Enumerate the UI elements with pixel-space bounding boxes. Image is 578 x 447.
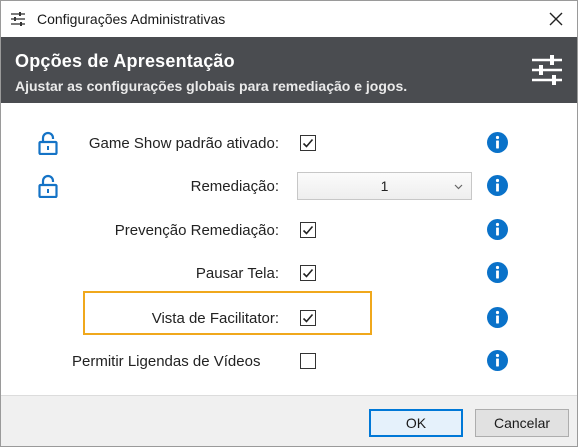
unlock-icon [38, 174, 58, 198]
remediacao-label: Remediação: [190, 178, 279, 195]
checkmark-icon [302, 225, 314, 235]
unlock-icon [38, 131, 58, 155]
setting-row-pausar: Pausar Tela: [1, 258, 577, 288]
cancel-button[interactable]: Cancelar [475, 409, 569, 437]
info-icon[interactable] [487, 262, 508, 283]
game-show-label: Game Show padrão ativado: [88, 135, 279, 152]
facilitator-checkbox[interactable] [300, 310, 316, 326]
close-icon [549, 12, 563, 26]
game-show-checkbox[interactable] [300, 135, 316, 151]
checkmark-icon [302, 138, 314, 148]
pausar-checkbox[interactable] [300, 265, 316, 281]
dialog-footer: OK Cancelar [1, 395, 577, 446]
prevencao-label: Prevenção Remediação: [114, 222, 279, 239]
info-icon[interactable] [487, 307, 508, 328]
ok-button[interactable]: OK [369, 409, 463, 437]
title-bar: Configurações Administrativas [1, 1, 577, 37]
close-button[interactable] [543, 7, 569, 31]
checkmark-icon [302, 268, 314, 278]
header-subtitle: Ajustar as configurações globais para re… [15, 78, 408, 94]
settings-dialog: Configurações Administrativas Opções de … [0, 0, 578, 447]
info-icon[interactable] [487, 175, 508, 196]
pausar-label: Pausar Tela: [195, 265, 279, 282]
checkmark-icon [302, 313, 314, 323]
header-title: Opções de Apresentação [15, 51, 235, 71]
legendas-checkbox[interactable] [300, 353, 316, 369]
prevencao-checkbox[interactable] [300, 222, 316, 238]
info-icon[interactable] [487, 219, 508, 240]
window-title: Configurações Administrativas [37, 11, 226, 27]
facilitator-label: Vista de Facilitator: [151, 310, 279, 327]
remediacao-select[interactable]: 1 [297, 172, 472, 200]
setting-row-prevencao: Prevenção Remediação: [1, 215, 577, 245]
sliders-icon [532, 55, 562, 85]
legendas-label: Permitir Ligendas de Vídeos [72, 353, 261, 370]
dialog-header: Opções de Apresentação Ajustar as config… [1, 37, 577, 103]
setting-row-remediacao: Remediação: 1 [1, 171, 577, 201]
setting-row-legendas: Permitir Ligendas de Vídeos [1, 346, 577, 376]
info-icon[interactable] [487, 132, 508, 153]
setting-row-facilitator: Vista de Facilitator: [1, 303, 577, 333]
sliders-icon [11, 12, 25, 26]
chevron-down-icon [454, 184, 463, 190]
remediacao-selected-value: 1 [380, 178, 389, 194]
info-icon[interactable] [487, 350, 508, 371]
setting-row-game-show: Game Show padrão ativado: [1, 128, 577, 158]
